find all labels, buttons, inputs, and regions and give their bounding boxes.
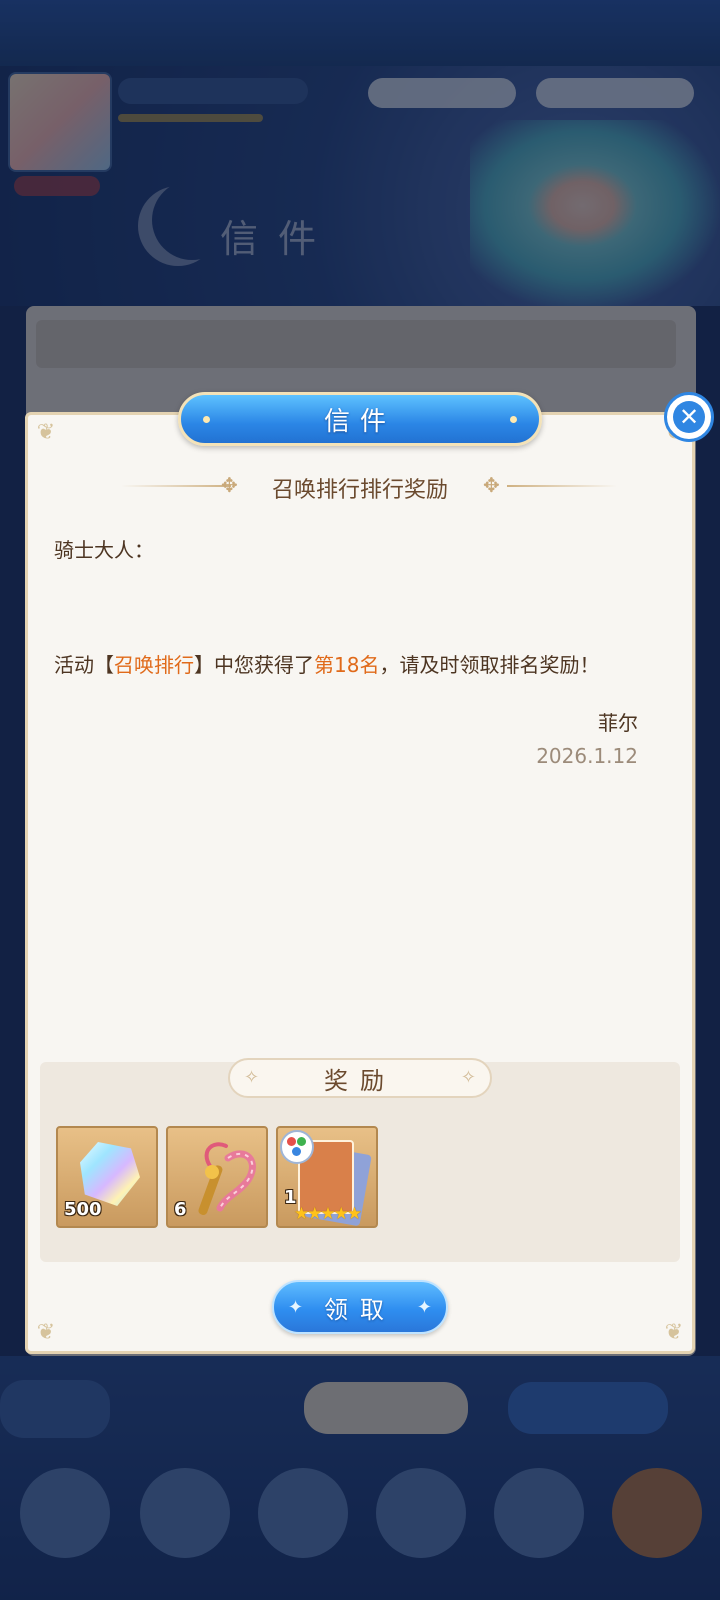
close-icon: ✕ (673, 401, 705, 433)
header-dot (203, 416, 210, 423)
claim-label: 领取 (324, 1295, 396, 1324)
ornament-icon: ✧ (460, 1067, 476, 1088)
close-button[interactable]: ✕ (664, 392, 714, 442)
ornament-icon: ✥ (483, 473, 500, 497)
sparkle-icon: ✦ (288, 1297, 304, 1318)
rewards-header: ✧ 奖励 ✧ (228, 1058, 492, 1098)
dialog-title: 信件 (323, 406, 396, 437)
dialog-header: 信件 (178, 392, 542, 446)
reward-item-crystal[interactable]: 500 (56, 1126, 158, 1228)
divider-right (507, 485, 617, 487)
subject-row: ✥ 召唤排行排行奖励 ✥ (25, 466, 695, 506)
sparkle-icon: ✦ (416, 1297, 432, 1318)
claim-button[interactable]: ✦ 领取 ✦ (272, 1280, 448, 1334)
element-badge-icon (280, 1130, 314, 1164)
bracket-open: 【 (94, 653, 114, 677)
ornament-icon: ✧ (244, 1067, 260, 1088)
corner-ornament: ❦ (664, 1320, 684, 1345)
magic-wand-icon (198, 1142, 256, 1216)
rank-text: 第18名 (314, 653, 380, 677)
header-dot (510, 416, 517, 423)
corner-ornament: ❦ (36, 420, 56, 445)
mail-greeting: 骑士大人： (54, 538, 154, 562)
rewards-title: 奖励 (324, 1066, 396, 1095)
mail-sender: 菲尔 (598, 711, 638, 735)
event-name: 召唤排行 (114, 653, 194, 677)
body-text: 活动 (54, 653, 94, 677)
body-text: 中您获得了 (214, 653, 314, 677)
reward-item-wand[interactable]: 6 (166, 1126, 268, 1228)
star-rating: ★★★★★ (293, 1204, 362, 1224)
reward-count: 6 (174, 1199, 187, 1220)
bracket-close: 】 (194, 653, 214, 677)
corner-ornament: ❦ (36, 1320, 56, 1345)
mail-body: 活动【召唤排行】中您获得了第18名，请及时领取排名奖励！ (54, 649, 599, 678)
body-text: ，请及时领取排名奖励！ (379, 653, 600, 677)
reward-count: 500 (64, 1199, 102, 1220)
mail-subject: 召唤排行排行奖励 (271, 478, 448, 503)
crystal-gem-icon (80, 1142, 140, 1206)
reward-item-card[interactable]: 1 ★★★★★ (276, 1126, 378, 1228)
mail-date: 2026.1.12 (536, 744, 638, 768)
